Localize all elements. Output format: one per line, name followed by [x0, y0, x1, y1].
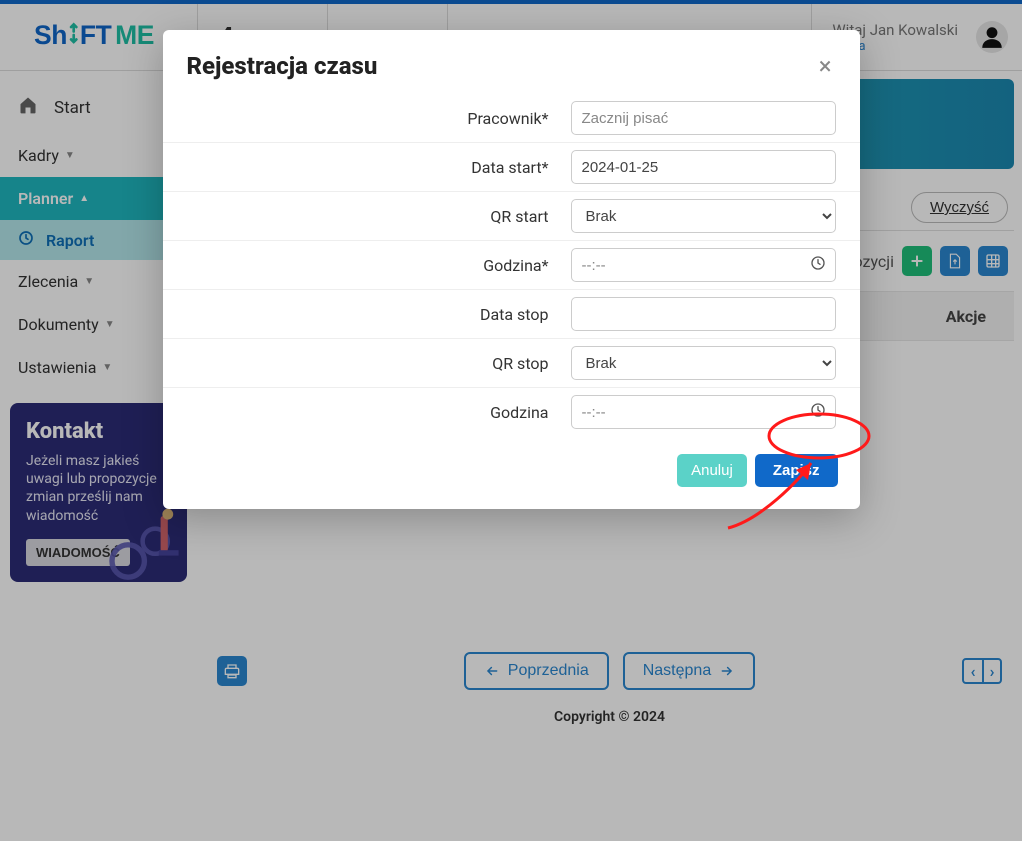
- hour-start-input[interactable]: [571, 248, 836, 282]
- hour-stop-input[interactable]: [571, 395, 836, 429]
- cancel-button[interactable]: Anuluj: [677, 454, 747, 487]
- modal-backdrop[interactable]: Rejestracja czasu × Pracownik* Data star…: [0, 0, 1022, 841]
- date-start-input[interactable]: [571, 150, 836, 184]
- label-hour-start: Godzina*: [171, 256, 571, 275]
- clock-icon: [810, 255, 826, 275]
- label-qr-stop: QR stop: [171, 354, 571, 373]
- date-stop-input[interactable]: [571, 297, 836, 331]
- close-icon[interactable]: ×: [815, 50, 836, 82]
- clock-icon: [810, 402, 826, 422]
- time-registration-modal: Rejestracja czasu × Pracownik* Data star…: [163, 30, 860, 509]
- label-employee: Pracownik*: [171, 109, 571, 128]
- label-qr-start: QR start: [171, 207, 571, 226]
- label-date-stop: Data stop: [171, 305, 571, 324]
- modal-title: Rejestracja czasu: [187, 52, 378, 80]
- qr-stop-select[interactable]: Brak: [571, 346, 836, 380]
- label-date-start: Data start*: [171, 158, 571, 177]
- save-button[interactable]: Zapisz: [755, 454, 838, 487]
- qr-start-select[interactable]: Brak: [571, 199, 836, 233]
- label-hour-stop: Godzina: [171, 403, 571, 422]
- employee-input[interactable]: [571, 101, 836, 135]
